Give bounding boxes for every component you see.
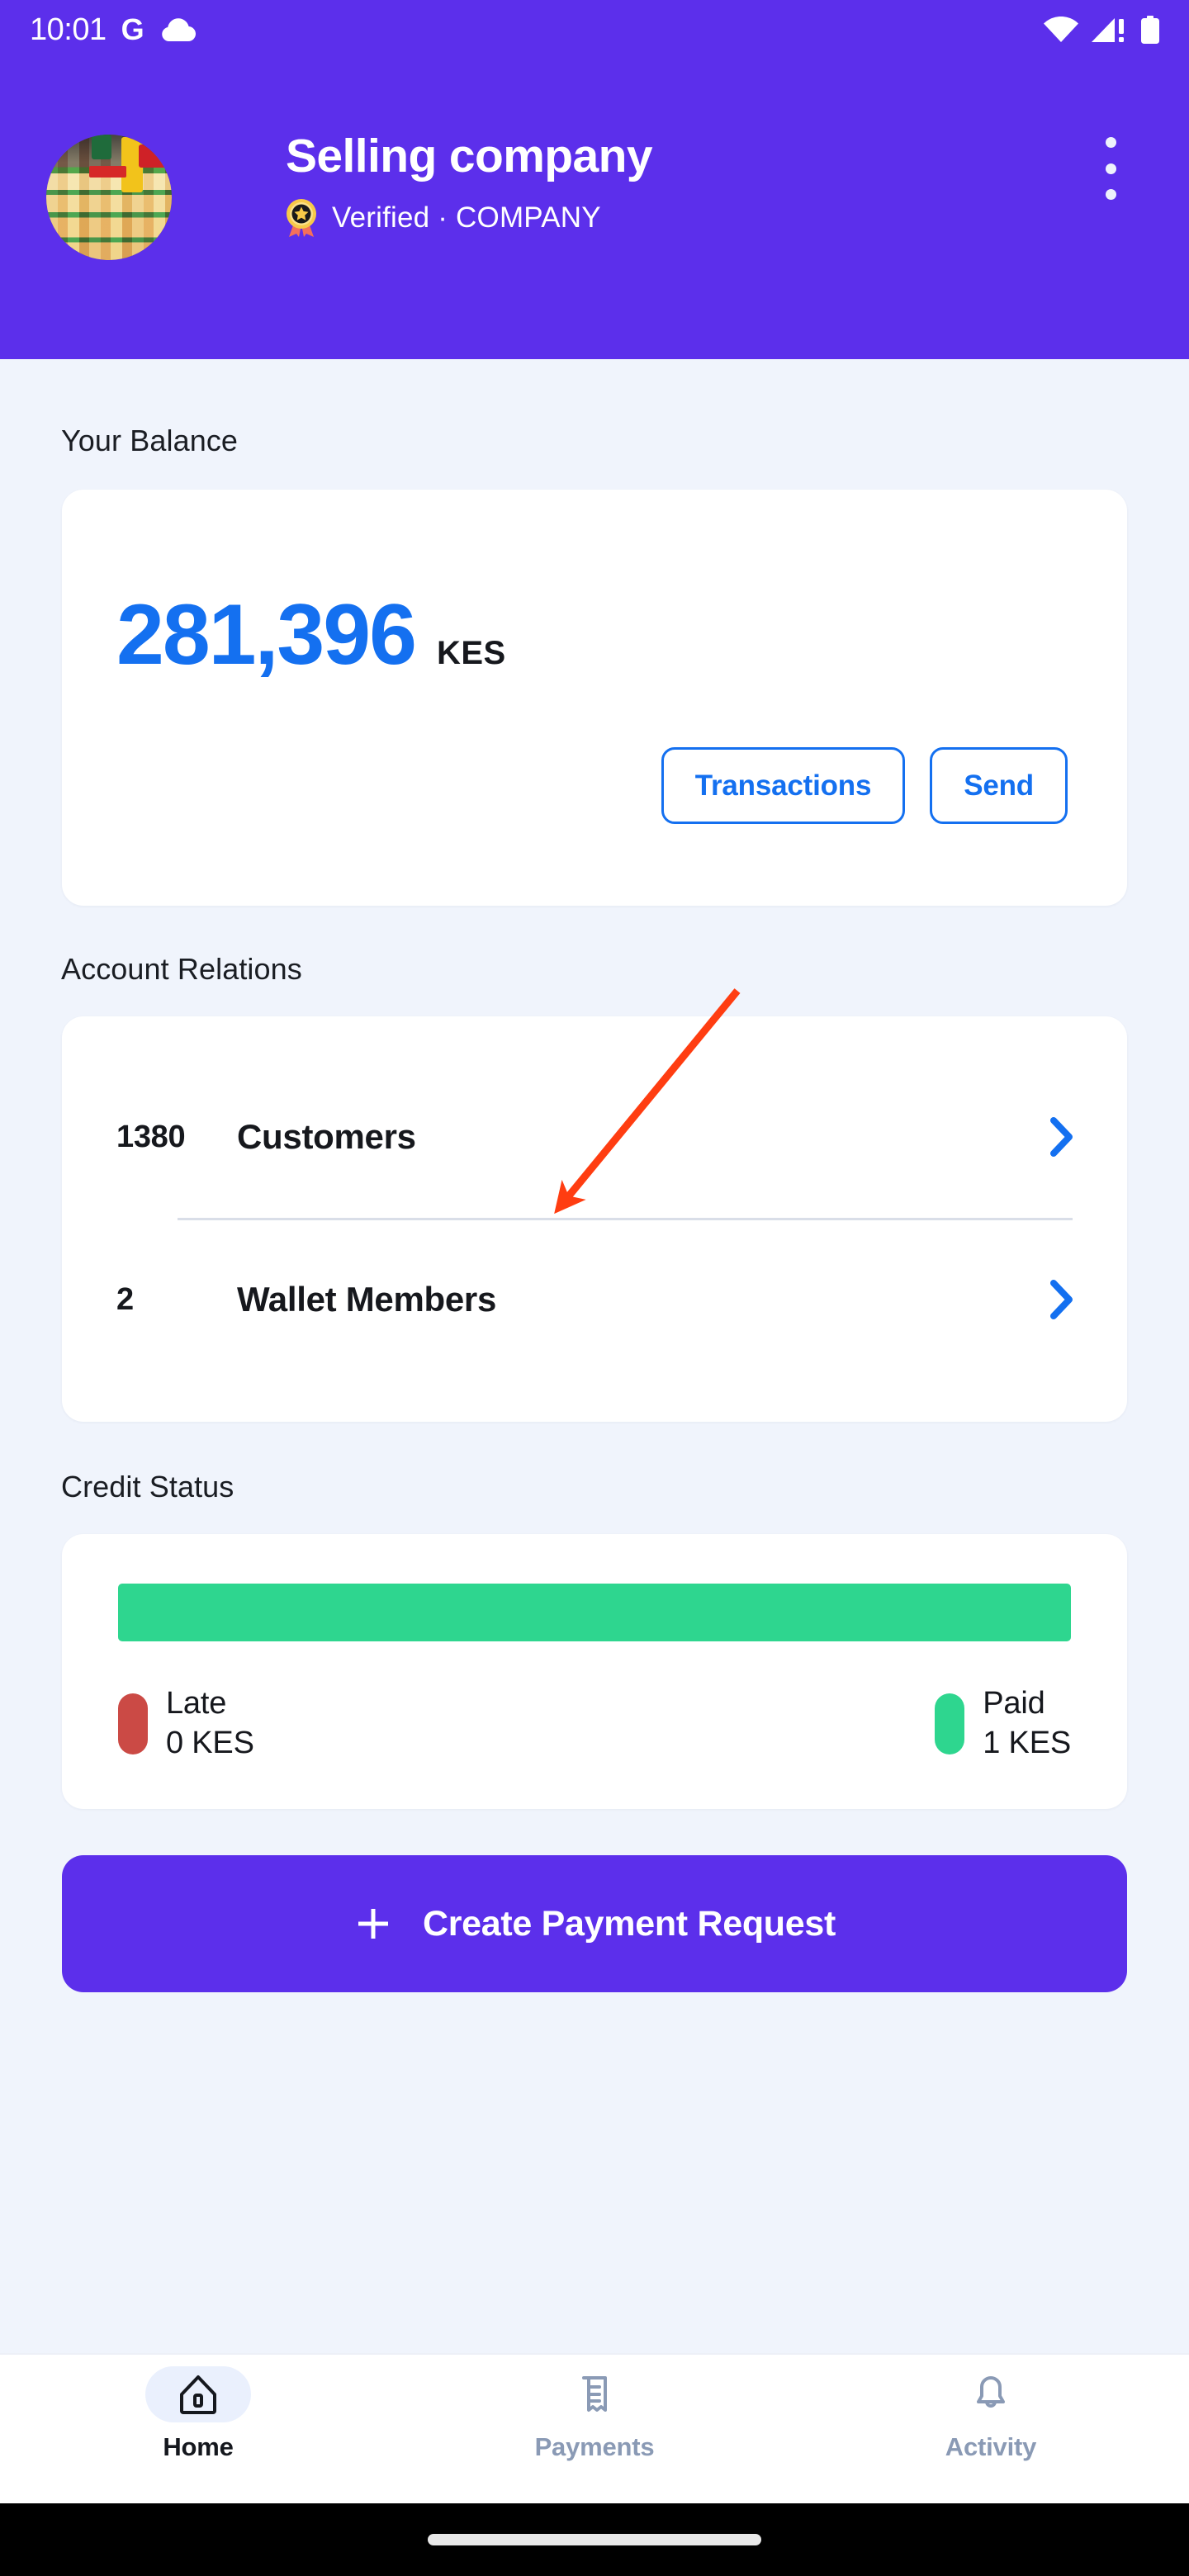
receipt-icon [582, 2376, 607, 2412]
plus-icon [358, 1909, 388, 1939]
medal-star-icon [287, 198, 316, 237]
verified-row: Verified · COMPANY [286, 198, 652, 238]
nav-item-payments[interactable]: Payments [396, 2366, 793, 2462]
nav-item-activity[interactable]: Activity [793, 2366, 1189, 2462]
balance-currency: KES [436, 635, 506, 671]
status-bar: 10:01 G [0, 0, 1189, 59]
chevron-right-icon[interactable] [1049, 1280, 1074, 1319]
relation-count: 2 [116, 1281, 134, 1317]
status-bar-clock: 10:01 [30, 12, 107, 47]
header-title-block: Selling company Verified · COMPANY [286, 130, 653, 238]
bell-icon [977, 2376, 1005, 2408]
balance-amount-row: 281,396 KES [116, 592, 506, 678]
create-payment-request-button[interactable]: Create Payment Request [62, 1855, 1127, 1992]
relation-label: Wallet Members [237, 1280, 496, 1319]
credit-legend: Late 0 KES Paid 1 KES [118, 1684, 1071, 1763]
nav-pill [938, 2366, 1044, 2422]
credit-card: Late 0 KES Paid 1 KES [62, 1534, 1127, 1809]
nav-label-home: Home [163, 2432, 234, 2461]
balance-card: 281,396 KES Transactions Send [62, 490, 1127, 906]
status-bar-right [1044, 16, 1161, 44]
home-icon [180, 2375, 216, 2414]
legend-label: Late [166, 1686, 227, 1721]
relation-row-customers[interactable]: 1380 Customers [62, 1056, 1127, 1218]
avatar-detail-red [139, 144, 167, 168]
legend-value: 1 KES [983, 1725, 1071, 1760]
avatar[interactable] [46, 135, 172, 260]
nav-pill [542, 2366, 647, 2422]
chevron-right-icon[interactable] [1049, 1117, 1074, 1157]
legend-value: 0 KES [166, 1725, 254, 1760]
legend-dot-late [118, 1693, 148, 1754]
status-bar-left: 10:01 G [30, 14, 196, 45]
transactions-button[interactable]: Transactions [661, 747, 906, 824]
cloud-icon [161, 18, 196, 41]
avatar-detail-save-sign [88, 166, 127, 178]
relation-count: 1380 [116, 1119, 186, 1154]
relation-row-wallet-members[interactable]: 2 Wallet Members [62, 1220, 1127, 1379]
legend-item-paid: Paid 1 KES [935, 1684, 1071, 1763]
gesture-handle[interactable] [428, 2534, 761, 2545]
bottom-navigation: Home Payments Activity [0, 2353, 1189, 2503]
credit-bar-paid-segment [118, 1584, 1071, 1641]
relation-label: Customers [237, 1117, 416, 1156]
balance-section-label: Your Balance [61, 424, 239, 457]
nav-item-home[interactable]: Home [0, 2366, 396, 2462]
legend-label: Paid [983, 1686, 1045, 1721]
nav-active-pill [145, 2366, 251, 2422]
legend-item-late: Late 0 KES [118, 1684, 254, 1763]
battery-icon [1141, 16, 1159, 44]
page-title: Selling company [286, 130, 653, 182]
nav-label-payments: Payments [534, 2432, 655, 2461]
kebab-menu-icon[interactable] [1090, 137, 1131, 200]
send-button[interactable]: Send [930, 747, 1068, 824]
credit-progress-bar [118, 1584, 1071, 1641]
avatar-detail-green [91, 135, 112, 160]
legend-text-paid: Paid 1 KES [983, 1684, 1071, 1763]
nav-label-activity: Activity [945, 2432, 1037, 2461]
credit-section-label: Credit Status [61, 1470, 234, 1503]
relations-section-label: Account Relations [61, 952, 302, 986]
app-screen: 10:01 G Selling company Verified · COMPA… [0, 0, 1189, 2576]
balance-actions: Transactions Send [661, 747, 1068, 824]
cta-label: Create Payment Request [422, 1903, 836, 1944]
legend-dot-paid [935, 1693, 965, 1754]
app-header: 10:01 G Selling company Verified · COMPA… [0, 0, 1189, 359]
wifi-icon [1044, 17, 1078, 42]
verified-label: Verified · COMPANY [332, 201, 601, 234]
balance-amount: 281,396 [116, 587, 417, 683]
cellular-icon [1092, 18, 1124, 42]
relations-card: 1380 Customers 2 Wallet Members [62, 1016, 1127, 1422]
legend-text-late: Late 0 KES [166, 1684, 254, 1763]
gesture-navigation-bar [0, 2503, 1189, 2576]
main-content: Your Balance 281,396 KES Transactions Se… [0, 359, 1189, 1992]
google-icon: G [121, 12, 144, 46]
